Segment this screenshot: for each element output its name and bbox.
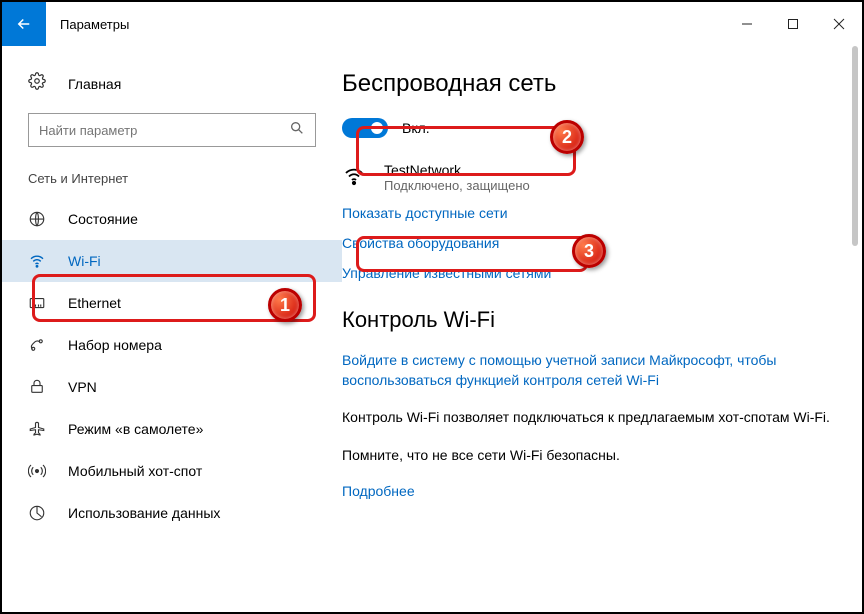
globe-icon <box>28 210 50 228</box>
nav-label: Режим «в самолете» <box>68 421 203 437</box>
scrollbar[interactable] <box>848 46 858 612</box>
titlebar: Параметры <box>2 2 862 46</box>
nav-home-label: Главная <box>68 76 121 92</box>
back-button[interactable] <box>2 2 46 46</box>
data-usage-icon <box>28 504 50 522</box>
search-icon <box>289 120 305 141</box>
nav-label: Wi-Fi <box>68 253 101 269</box>
section-header: Сеть и Интернет <box>2 165 342 198</box>
search-input[interactable] <box>28 113 316 147</box>
link-hardware-props[interactable]: Свойства оборудования <box>342 235 834 251</box>
warn-text: Помните, что не все сети Wi-Fi безопасны… <box>342 446 834 466</box>
nav-item-airplane[interactable]: Режим «в самолете» <box>2 408 342 450</box>
gear-icon <box>28 72 50 95</box>
nav-label: Использование данных <box>68 505 220 521</box>
vpn-icon <box>28 378 50 396</box>
link-manage-networks[interactable]: Управление известными сетями <box>342 265 834 281</box>
section-title: Контроль Wi-Fi <box>342 307 834 333</box>
link-signin[interactable]: Войдите в систему с помощью учетной запи… <box>342 351 834 390</box>
nav-item-hotspot[interactable]: Мобильный хот-спот <box>2 450 342 492</box>
network-name: TestNetwork <box>384 162 530 178</box>
wifi-icon <box>28 252 50 270</box>
nav-item-status[interactable]: Состояние <box>2 198 342 240</box>
nav-item-dialup[interactable]: Набор номера <box>2 324 342 366</box>
wifi-toggle-label: Вкл. <box>402 120 430 136</box>
close-button[interactable] <box>816 2 862 46</box>
nav-item-wifi[interactable]: Wi-Fi <box>2 240 342 282</box>
nav-label: Набор номера <box>68 337 162 353</box>
window-title: Параметры <box>60 17 129 32</box>
nav-label: Ethernet <box>68 295 121 311</box>
airplane-icon <box>28 420 50 438</box>
sidebar: Главная Сеть и Интернет Состояние Wi-Fi … <box>2 46 342 612</box>
wifi-toggle-row: Вкл. <box>342 118 834 138</box>
dialup-icon <box>28 336 50 354</box>
nav-label: Мобильный хот-спот <box>68 463 202 479</box>
ethernet-icon <box>28 294 50 312</box>
nav-item-ethernet[interactable]: Ethernet <box>2 282 342 324</box>
main-panel: Беспроводная сеть Вкл. TestNetwork Подкл… <box>342 46 862 612</box>
wifi-icon <box>342 164 370 193</box>
minimize-button[interactable] <box>724 2 770 46</box>
nav-item-vpn[interactable]: VPN <box>2 366 342 408</box>
hotspot-icon <box>28 462 50 480</box>
window-controls <box>724 2 862 46</box>
connected-network[interactable]: TestNetwork Подключено, защищено <box>342 162 834 193</box>
nav-home[interactable]: Главная <box>2 64 342 103</box>
scroll-thumb[interactable] <box>852 46 858 246</box>
network-status: Подключено, защищено <box>384 178 530 193</box>
wifi-toggle[interactable] <box>342 118 388 138</box>
nav-label: Состояние <box>68 211 138 227</box>
desc-text: Контроль Wi-Fi позволяет подключаться к … <box>342 408 834 428</box>
search-field[interactable] <box>39 123 289 138</box>
nav-item-data-usage[interactable]: Использование данных <box>2 492 342 534</box>
link-more[interactable]: Подробнее <box>342 483 834 499</box>
nav-label: VPN <box>68 379 97 395</box>
link-show-networks[interactable]: Показать доступные сети <box>342 205 834 221</box>
page-title: Беспроводная сеть <box>342 70 834 98</box>
maximize-button[interactable] <box>770 2 816 46</box>
arrow-left-icon <box>15 15 33 33</box>
